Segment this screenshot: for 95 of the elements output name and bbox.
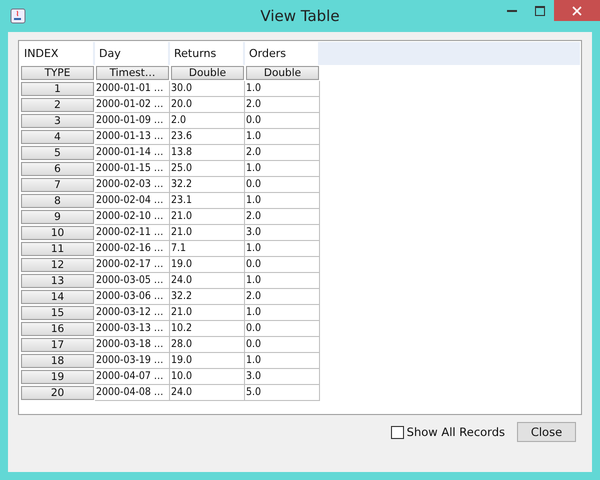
row-index-button[interactable]: 6 xyxy=(21,162,94,176)
table-cell: 2000-02-10 … xyxy=(95,209,170,225)
table-cell: 24.0 xyxy=(170,273,245,289)
table-cell: 28.0 xyxy=(170,337,245,353)
close-icon xyxy=(572,6,582,16)
table-cell: 0.0 xyxy=(245,337,320,353)
checkbox-label: Show All Records xyxy=(406,425,505,439)
type-button[interactable]: Double xyxy=(246,66,319,80)
table-cell: 23.1 xyxy=(170,193,245,209)
table-cell: 19.0 xyxy=(170,257,245,273)
table-cell: 0.0 xyxy=(245,177,320,193)
table-cell: 2.0 xyxy=(245,209,320,225)
row-index-button[interactable]: 5 xyxy=(21,146,94,160)
table-cell: 2.0 xyxy=(245,97,320,113)
table-cell: 20.0 xyxy=(170,97,245,113)
column-header[interactable]: Day xyxy=(95,42,170,65)
table-cell: 1.0 xyxy=(245,305,320,321)
maximize-icon xyxy=(535,6,545,16)
table-cell: 2000-03-19 … xyxy=(95,353,170,369)
table-cell: 10.0 xyxy=(170,369,245,385)
table-cell: 0.0 xyxy=(245,321,320,337)
row-index-button[interactable]: 3 xyxy=(21,114,94,128)
table-cell: 2000-02-11 … xyxy=(95,225,170,241)
row-index-button[interactable]: 1 xyxy=(21,82,94,96)
table-cell: 2000-02-16 … xyxy=(95,241,170,257)
table-cell: 1.0 xyxy=(245,161,320,177)
table-cell: 21.0 xyxy=(170,305,245,321)
row-index-button[interactable]: 10 xyxy=(21,226,94,240)
table-cell: 2000-03-06 … xyxy=(95,289,170,305)
row-index-button[interactable]: 11 xyxy=(21,242,94,256)
row-index-button[interactable]: 12 xyxy=(21,258,94,272)
table-cell: 32.2 xyxy=(170,177,245,193)
table-cell: 1.0 xyxy=(245,241,320,257)
table-cell: 30.0 xyxy=(170,81,245,97)
type-button[interactable]: Timest… xyxy=(96,66,169,80)
table-cell: 3.0 xyxy=(245,369,320,385)
table-cell: 2000-01-15 … xyxy=(95,161,170,177)
close-button[interactable]: Close xyxy=(517,422,576,442)
table-cell: 23.6 xyxy=(170,129,245,145)
table-cell: 1.0 xyxy=(245,273,320,289)
row-index-button[interactable]: 20 xyxy=(21,386,94,400)
table-cell: 7.1 xyxy=(170,241,245,257)
table-cell: 2.0 xyxy=(245,145,320,161)
table-cell: 2000-03-13 … xyxy=(95,321,170,337)
table-cell: 21.0 xyxy=(170,209,245,225)
row-index-button[interactable]: 18 xyxy=(21,354,94,368)
row-index-button[interactable]: 8 xyxy=(21,194,94,208)
table-cell: 2000-02-03 … xyxy=(95,177,170,193)
table-cell: 13.8 xyxy=(170,145,245,161)
row-index-button[interactable]: 2 xyxy=(21,98,94,112)
table-cell: 10.2 xyxy=(170,321,245,337)
row-index-button[interactable]: 7 xyxy=(21,178,94,192)
column-header[interactable]: Returns xyxy=(170,42,245,65)
row-index-button[interactable]: 14 xyxy=(21,290,94,304)
table-cell: 1.0 xyxy=(245,81,320,97)
row-index-button[interactable]: 13 xyxy=(21,274,94,288)
window-close-button[interactable] xyxy=(554,0,600,21)
table-cell: 2000-01-13 … xyxy=(95,129,170,145)
table-cell: 2000-03-12 … xyxy=(95,305,170,321)
table-cell: 1.0 xyxy=(245,353,320,369)
table-cell: 2000-02-17 … xyxy=(95,257,170,273)
row-index-button[interactable]: 4 xyxy=(21,130,94,144)
row-index-button[interactable]: 17 xyxy=(21,338,94,352)
table-cell: 2000-01-02 … xyxy=(95,97,170,113)
table-cell: 2.0 xyxy=(170,113,245,129)
table-cell: 2000-04-07 … xyxy=(95,369,170,385)
checkbox[interactable] xyxy=(390,426,404,438)
row-index-button[interactable]: 9 xyxy=(21,210,94,224)
table-cell: 19.0 xyxy=(170,353,245,369)
table-cell: 2000-01-09 … xyxy=(95,113,170,129)
table-cell: 2000-03-05 … xyxy=(95,273,170,289)
table-cell: 1.0 xyxy=(245,129,320,145)
table-cell: 0.0 xyxy=(245,257,320,273)
type-button[interactable]: Double xyxy=(171,66,244,80)
table-cell: 5.0 xyxy=(245,385,320,401)
column-header[interactable]: Orders xyxy=(245,42,320,65)
row-index-button[interactable]: 16 xyxy=(21,322,94,336)
table-cell: 1.0 xyxy=(245,193,320,209)
table-cell: 2000-04-08 … xyxy=(95,385,170,401)
table-cell: 25.0 xyxy=(170,161,245,177)
table-cell: 0.0 xyxy=(245,113,320,129)
table-cell: 32.2 xyxy=(170,289,245,305)
table-cell: 2000-01-01 … xyxy=(95,81,170,97)
row-index-button[interactable]: 15 xyxy=(21,306,94,320)
table-cell: 2.0 xyxy=(245,289,320,305)
table-cell: 2000-02-04 … xyxy=(95,193,170,209)
table-cell: 3.0 xyxy=(245,225,320,241)
column-header[interactable]: INDEX xyxy=(20,42,95,65)
table-cell: 24.0 xyxy=(170,385,245,401)
table-cell: 21.0 xyxy=(170,225,245,241)
row-index-button[interactable]: 19 xyxy=(21,370,94,384)
table-cell: 2000-03-18 … xyxy=(95,337,170,353)
window-title: View Table xyxy=(259,7,341,25)
table-cell: 2000-01-14 … xyxy=(95,145,170,161)
type-button[interactable]: TYPE xyxy=(21,66,94,80)
